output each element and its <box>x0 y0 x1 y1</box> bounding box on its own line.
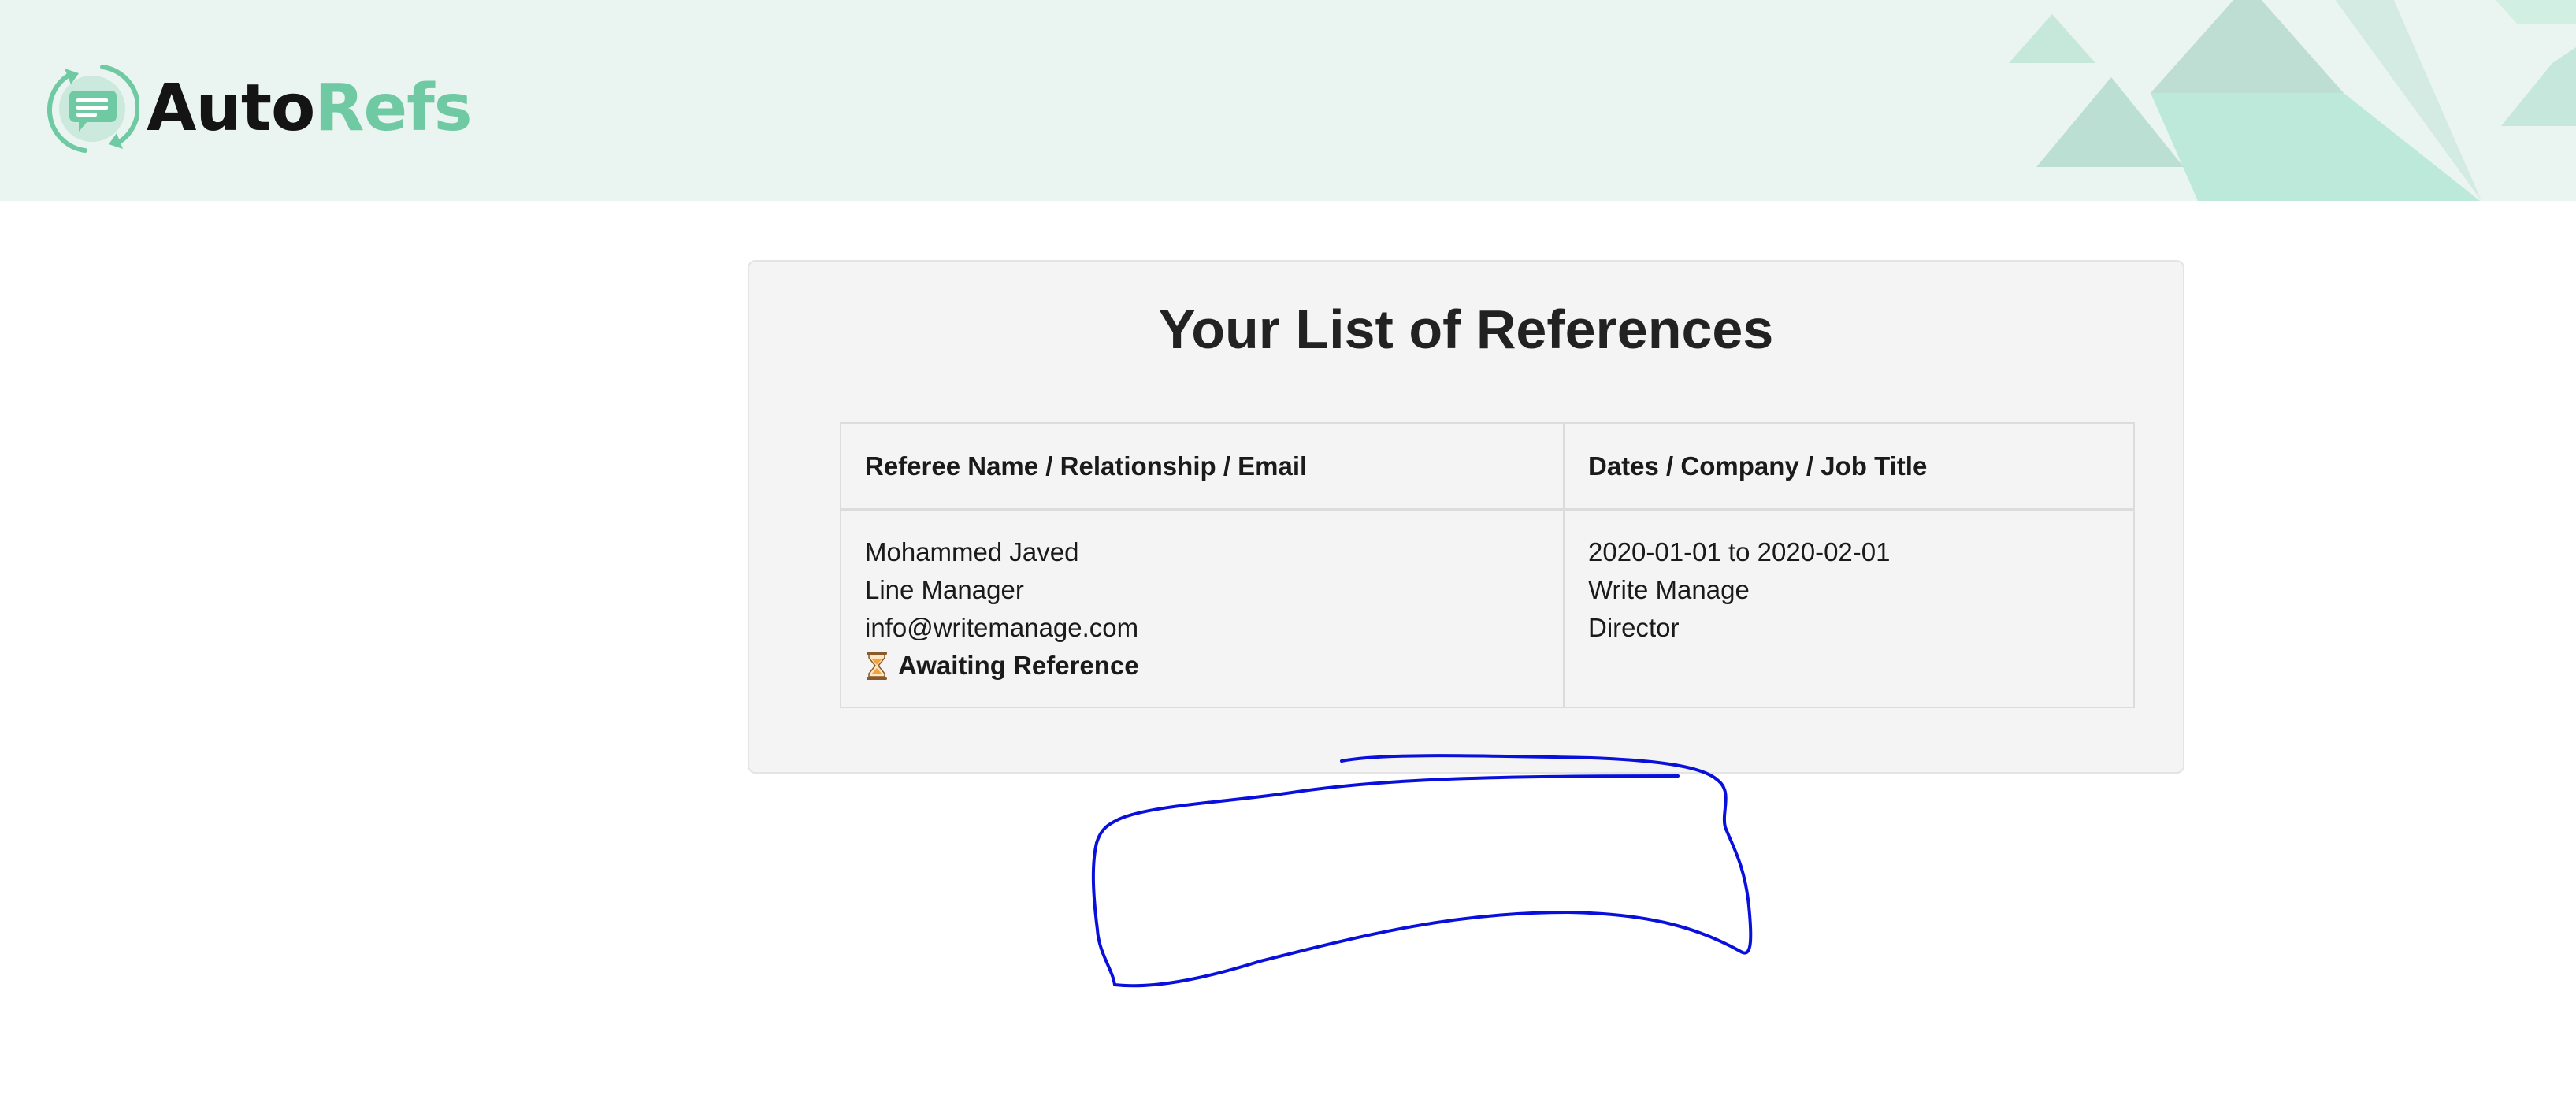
references-card: Your List of References Referee Name / R… <box>748 260 2184 774</box>
autorefs-logo[interactable]: Auto Refs <box>47 58 473 160</box>
logo-text-refs: Refs <box>314 71 472 146</box>
column-header-referee: Referee Name / Relationship / Email <box>840 422 1565 511</box>
chat-refresh-logo-icon <box>47 65 139 153</box>
referee-email: info@writemanage.com <box>865 613 1139 642</box>
references-table: Referee Name / Relationship / Email Date… <box>840 422 2135 708</box>
status-text: Awaiting Reference <box>898 651 1139 680</box>
page-title: Your List of References <box>1158 299 1774 360</box>
table-header-row: Referee Name / Relationship / Email Date… <box>840 422 2135 511</box>
site-header: Auto Refs <box>0 0 2576 201</box>
status-badge: Awaiting Reference <box>865 647 1539 685</box>
logo-text-auto: Auto <box>147 71 315 146</box>
referee-name: Mohammed Javed <box>865 537 1079 566</box>
job-title: Director <box>1588 613 1680 642</box>
job-dates: 2020-01-01 to 2020-02-01 <box>1588 537 1891 566</box>
column-header-job: Dates / Company / Job Title <box>1563 422 2135 511</box>
hourglass-icon <box>867 652 887 680</box>
table-row: Mohammed Javed Line Manager info@writema… <box>840 509 2135 708</box>
page: Auto Refs Your List of References Referee… <box>0 0 2576 1110</box>
job-company: Write Manage <box>1588 575 1750 604</box>
referee-cell: Mohammed Javed Line Manager info@writema… <box>840 509 1565 708</box>
logo-wordmark: Auto Refs <box>147 71 473 146</box>
job-cell: 2020-01-01 to 2020-02-01 Write Manage Di… <box>1563 509 2135 708</box>
referee-relationship: Line Manager <box>865 575 1024 604</box>
